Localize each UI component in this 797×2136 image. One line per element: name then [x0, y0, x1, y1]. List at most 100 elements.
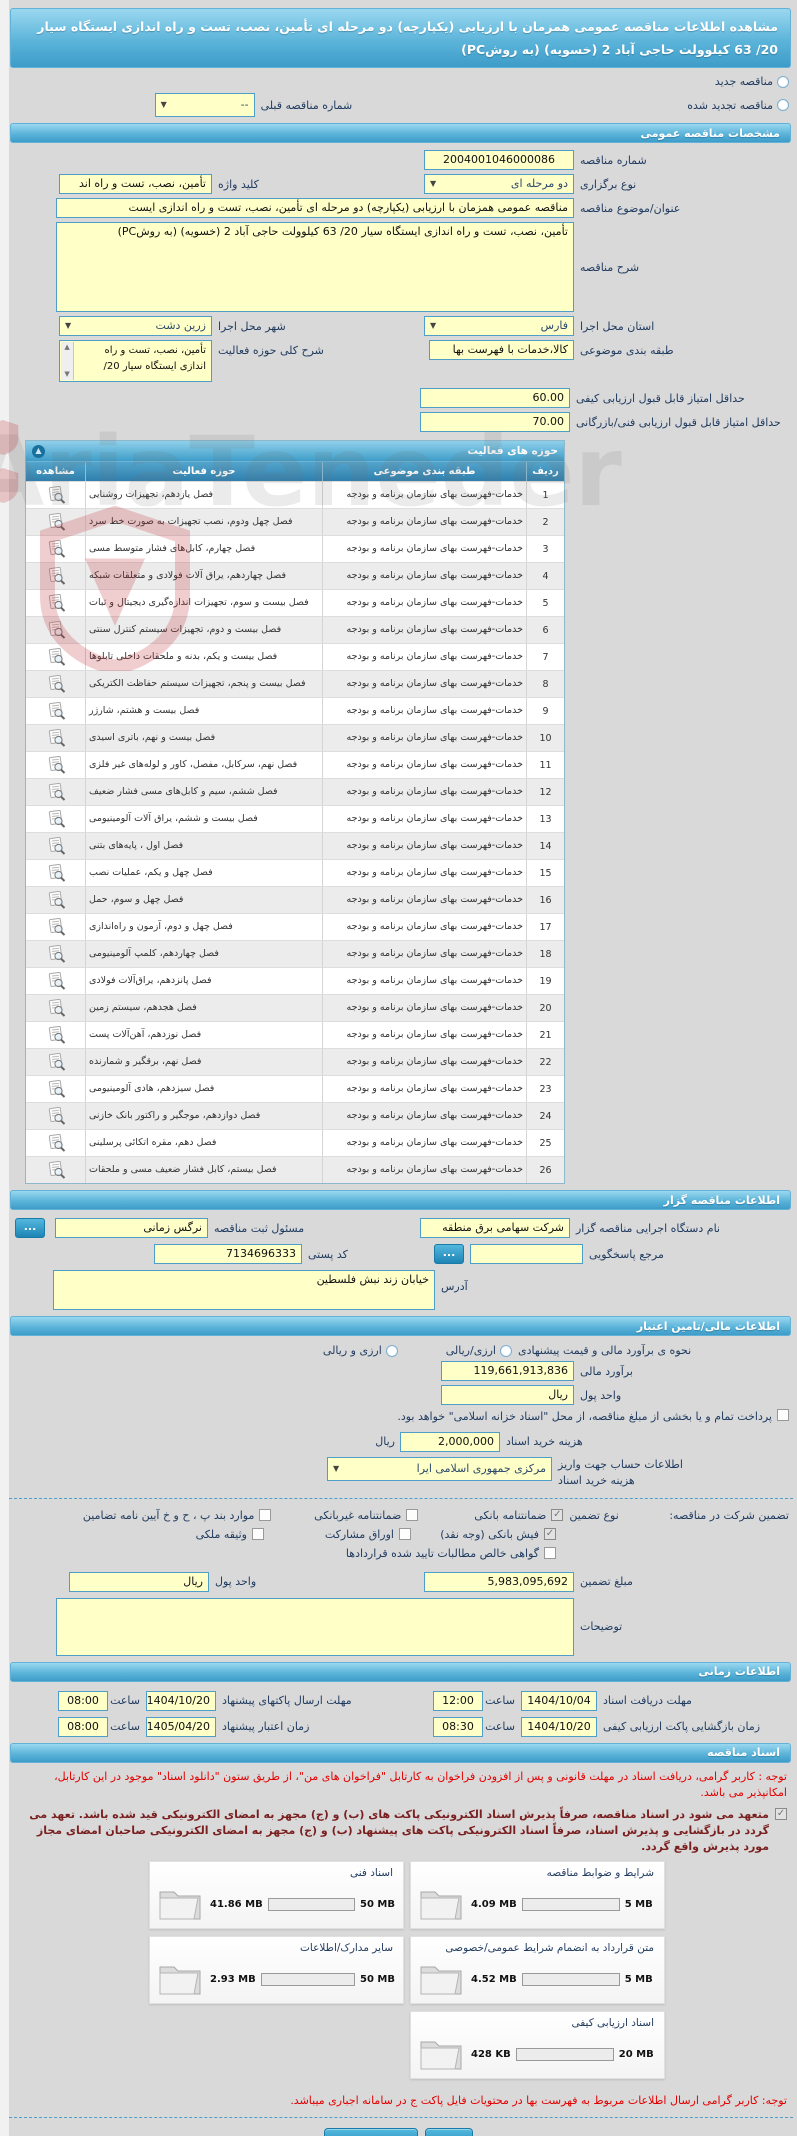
contact-more-button[interactable]: ...	[434, 1244, 464, 1265]
currency-field[interactable]: ریال	[441, 1385, 574, 1406]
document-card[interactable]: متن قرارداد به انضمام شرایط عمومی/خصوصی …	[410, 1935, 665, 2004]
view-document-icon[interactable]	[46, 1053, 66, 1071]
submit-deadline-date-field[interactable]: 1404/10/20	[146, 1690, 216, 1711]
rial-radio[interactable]	[500, 1344, 512, 1357]
opening-date-field[interactable]: 1404/10/20	[521, 1716, 597, 1737]
net-claims-checkbox[interactable]	[544, 1547, 556, 1560]
bank-guarantee-checkbox[interactable]	[551, 1509, 564, 1522]
view-document-icon[interactable]	[46, 999, 66, 1017]
view-document-icon[interactable]	[46, 513, 66, 531]
postal-code-field[interactable]: 7134696333	[154, 1244, 302, 1265]
keyword-field[interactable]: تأمین، نصب، تست و راه اند	[59, 174, 212, 195]
receive-deadline-date-field[interactable]: 1404/10/04	[521, 1690, 597, 1711]
validity-time-field[interactable]: 08:00	[58, 1716, 108, 1737]
address-textarea[interactable]: خیابان زند نبش فلسطین	[53, 1270, 435, 1311]
currency2-field[interactable]: ریال	[69, 1571, 209, 1592]
view-document-icon[interactable]	[46, 648, 66, 666]
opening-time-field[interactable]: 08:30	[433, 1716, 483, 1737]
view-document-icon[interactable]	[46, 729, 66, 747]
submit-deadline-time-field[interactable]: 08:00	[58, 1690, 108, 1711]
collapse-up-icon[interactable]: ▲	[32, 444, 45, 458]
registrar-field[interactable]: نرگس زمانی	[55, 1218, 208, 1239]
receive-deadline-time-field[interactable]: 12:00	[433, 1690, 483, 1711]
view-document-icon[interactable]	[46, 972, 66, 990]
folder-icon[interactable]	[419, 1885, 463, 1925]
registrar-more-button[interactable]: ...	[15, 1218, 45, 1239]
guarantee-amount-label: مبلغ تضمین	[580, 1575, 633, 1589]
row-activity: فصل هجدهم، سیستم زمین	[85, 995, 322, 1022]
city-select[interactable]: زرین دشت ▼	[59, 316, 212, 337]
view-document-icon[interactable]	[46, 675, 66, 693]
notes-textarea[interactable]	[56, 1597, 574, 1656]
row-view-cell	[26, 617, 85, 643]
new-tender-radio[interactable]	[777, 75, 789, 88]
min-technical-score-field[interactable]: 70.00	[420, 412, 570, 433]
tender-number-field[interactable]: 2004001046000086	[424, 150, 574, 171]
guarantee-amount-field[interactable]: 5,983,095,692	[424, 1571, 574, 1592]
folder-icon[interactable]	[158, 1960, 202, 2000]
view-document-icon[interactable]	[46, 945, 66, 963]
view-document-icon[interactable]	[46, 918, 66, 936]
view-document-icon[interactable]	[46, 756, 66, 774]
contact-field[interactable]	[470, 1244, 583, 1265]
min-quality-score-field[interactable]: 60.00	[420, 388, 570, 409]
both-currency-radio[interactable]	[385, 1344, 398, 1357]
document-card[interactable]: سایر مدارک/اطلاعات 2.93 MB 50 MB	[149, 1935, 404, 2004]
document-card[interactable]: اسناد فنی 41.86 MB 50 MB	[149, 1860, 404, 1929]
row-view-cell	[26, 806, 85, 832]
scroll-down-icon[interactable]: ▼	[64, 369, 69, 380]
folder-icon[interactable]	[158, 1885, 202, 1925]
document-card[interactable]: اسناد ارزیابی کیفی 428 KB 20 MB	[410, 2010, 665, 2079]
folder-icon[interactable]	[419, 1960, 463, 2000]
activity-summary-textarea[interactable]: تأمین، نصب، تست و راه اندازی ایستگاه سیا…	[59, 340, 212, 383]
view-document-icon[interactable]	[46, 891, 66, 909]
view-document-icon[interactable]	[46, 1134, 66, 1152]
back-button[interactable]: بازگشت	[324, 2128, 418, 2136]
doc-fee-field[interactable]: 2,000,000	[400, 1431, 500, 1452]
view-document-icon[interactable]	[46, 1107, 66, 1125]
validity-date-field[interactable]: 1405/04/20	[146, 1716, 216, 1737]
row-category: خدمات-فهرست بهای سازمان برنامه و بودجه	[322, 1022, 526, 1049]
view-document-icon[interactable]	[46, 621, 66, 639]
subject-field[interactable]: مناقصه عمومی همزمان با ارزیابی (یکپارچه)…	[56, 198, 574, 219]
process-type-select[interactable]: دو مرحله ای ▼	[424, 174, 574, 195]
view-document-icon[interactable]	[46, 594, 66, 612]
nonbank-guarantee-checkbox[interactable]	[406, 1509, 419, 1522]
province-select[interactable]: فارس ▼	[424, 316, 574, 337]
row-activity: فصل دوازدهم، موجگیر و راکتور بانک خازنی	[85, 1103, 322, 1130]
document-card[interactable]: شرایط و ضوابط مناقصه 4.09 MB 5 MB	[410, 1860, 665, 1929]
bank-receipt-checkbox[interactable]	[544, 1528, 556, 1541]
bonds-checkbox[interactable]	[399, 1528, 411, 1541]
folder-icon[interactable]	[419, 2035, 463, 2075]
commitment-checkbox[interactable]	[775, 1807, 787, 1820]
view-document-icon[interactable]	[46, 783, 66, 801]
row-view-cell	[26, 1049, 85, 1075]
row-category: خدمات-فهرست بهای سازمان برنامه و بودجه	[322, 1076, 526, 1103]
agency-field[interactable]: شرکت سهامی برق منطقه	[420, 1218, 570, 1239]
view-document-icon[interactable]	[46, 864, 66, 882]
row-category: خدمات-فهرست بهای سازمان برنامه و بودجه	[322, 671, 526, 698]
scroll-up-icon[interactable]: ▲	[64, 342, 69, 353]
table-row: 13 خدمات-فهرست بهای سازمان برنامه و بودج…	[26, 805, 564, 833]
property-collateral-checkbox[interactable]	[252, 1528, 264, 1541]
view-document-icon[interactable]	[46, 486, 66, 504]
view-document-icon[interactable]	[46, 1026, 66, 1044]
textarea-scrollbar[interactable]: ▲ ▼	[61, 342, 74, 381]
view-document-icon[interactable]	[46, 702, 66, 720]
prev-tender-number-select[interactable]: -- ▼	[154, 93, 255, 118]
view-document-icon[interactable]	[46, 540, 66, 558]
estimate-field[interactable]: 119,661,913,836	[441, 1361, 574, 1382]
treasury-checkbox[interactable]	[777, 1409, 789, 1422]
view-document-icon[interactable]	[46, 1080, 66, 1098]
account-select[interactable]: مرکزی جمهوری اسلامی ایرا ▼	[327, 1456, 552, 1481]
view-document-icon[interactable]	[46, 810, 66, 828]
print-button[interactable]: چاپ	[425, 2128, 473, 2136]
bylaw-cases-checkbox[interactable]	[259, 1509, 272, 1522]
row-index: 9	[526, 698, 564, 725]
view-document-icon[interactable]	[46, 837, 66, 855]
description-textarea[interactable]: تأمین، نصب، تست و راه اندازی ایستگاه سیا…	[56, 222, 574, 313]
view-document-icon[interactable]	[46, 1161, 66, 1179]
renewed-tender-radio[interactable]	[777, 99, 789, 112]
category-field[interactable]: کالا،خدمات با فهرست بها	[429, 340, 574, 361]
view-document-icon[interactable]	[46, 567, 66, 585]
